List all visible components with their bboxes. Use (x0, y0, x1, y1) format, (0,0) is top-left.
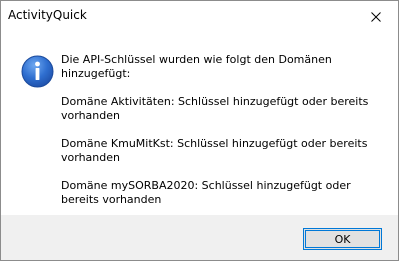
message-dialog: ActivityQuick Die API-Schlüssel wurden w… (0, 0, 399, 261)
window-title: ActivityQuick (8, 8, 87, 22)
message-line-domain-aktivitaeten: Domäne Aktivitäten: Schlüssel hinzugefüg… (61, 95, 369, 122)
dialog-content: Die API-Schlüssel wurden wie folgt den D… (1, 32, 398, 215)
message-line-domain-mysorba2020: Domäne mySORBA2020: Schlüssel hinzugefüg… (61, 179, 351, 206)
dialog-message: Die API-Schlüssel wurden wie folgt den D… (61, 53, 381, 221)
close-button[interactable] (354, 1, 398, 31)
close-icon (371, 7, 381, 26)
title-bar[interactable]: ActivityQuick (1, 1, 398, 32)
message-intro: Die API-Schlüssel wurden wie folgt den D… (61, 53, 332, 80)
dialog-footer: OK (1, 215, 398, 260)
info-icon (21, 55, 54, 88)
message-line-domain-kmumitkst: Domäne KmuMitKst: Schlüssel hinzugefügt … (61, 137, 368, 164)
ok-button[interactable]: OK (303, 228, 382, 250)
